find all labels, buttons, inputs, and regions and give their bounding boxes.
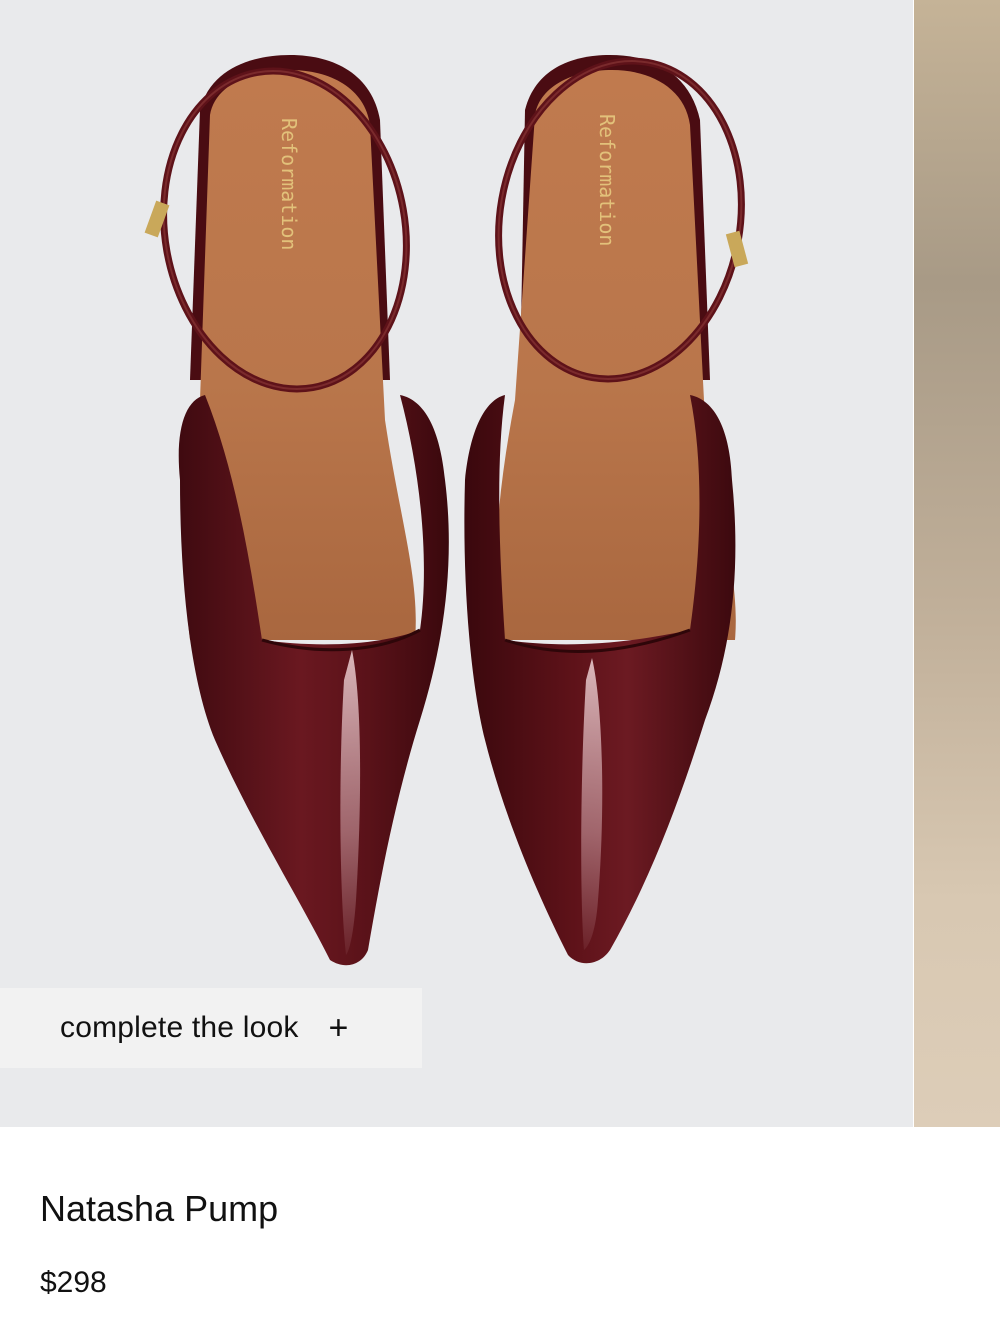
next-product-image-peek[interactable] <box>914 0 1000 1127</box>
product-name[interactable]: Natasha Pump <box>40 1188 278 1230</box>
complete-the-look-label: complete the look <box>60 1011 299 1044</box>
complete-the-look-button[interactable]: complete the look + <box>0 988 422 1068</box>
product-image-carousel[interactable]: Reformation Reformation complete the loo… <box>0 0 1000 1127</box>
product-image[interactable]: Reformation Reformation <box>0 0 913 1127</box>
product-price: $298 <box>40 1266 107 1299</box>
left-insole-brand-imprint: Reformation <box>277 118 301 250</box>
shoe-pair-illustration: Reformation Reformation <box>144 55 749 966</box>
plus-icon: + <box>328 1009 349 1047</box>
right-insole-brand-imprint: Reformation <box>595 114 619 246</box>
